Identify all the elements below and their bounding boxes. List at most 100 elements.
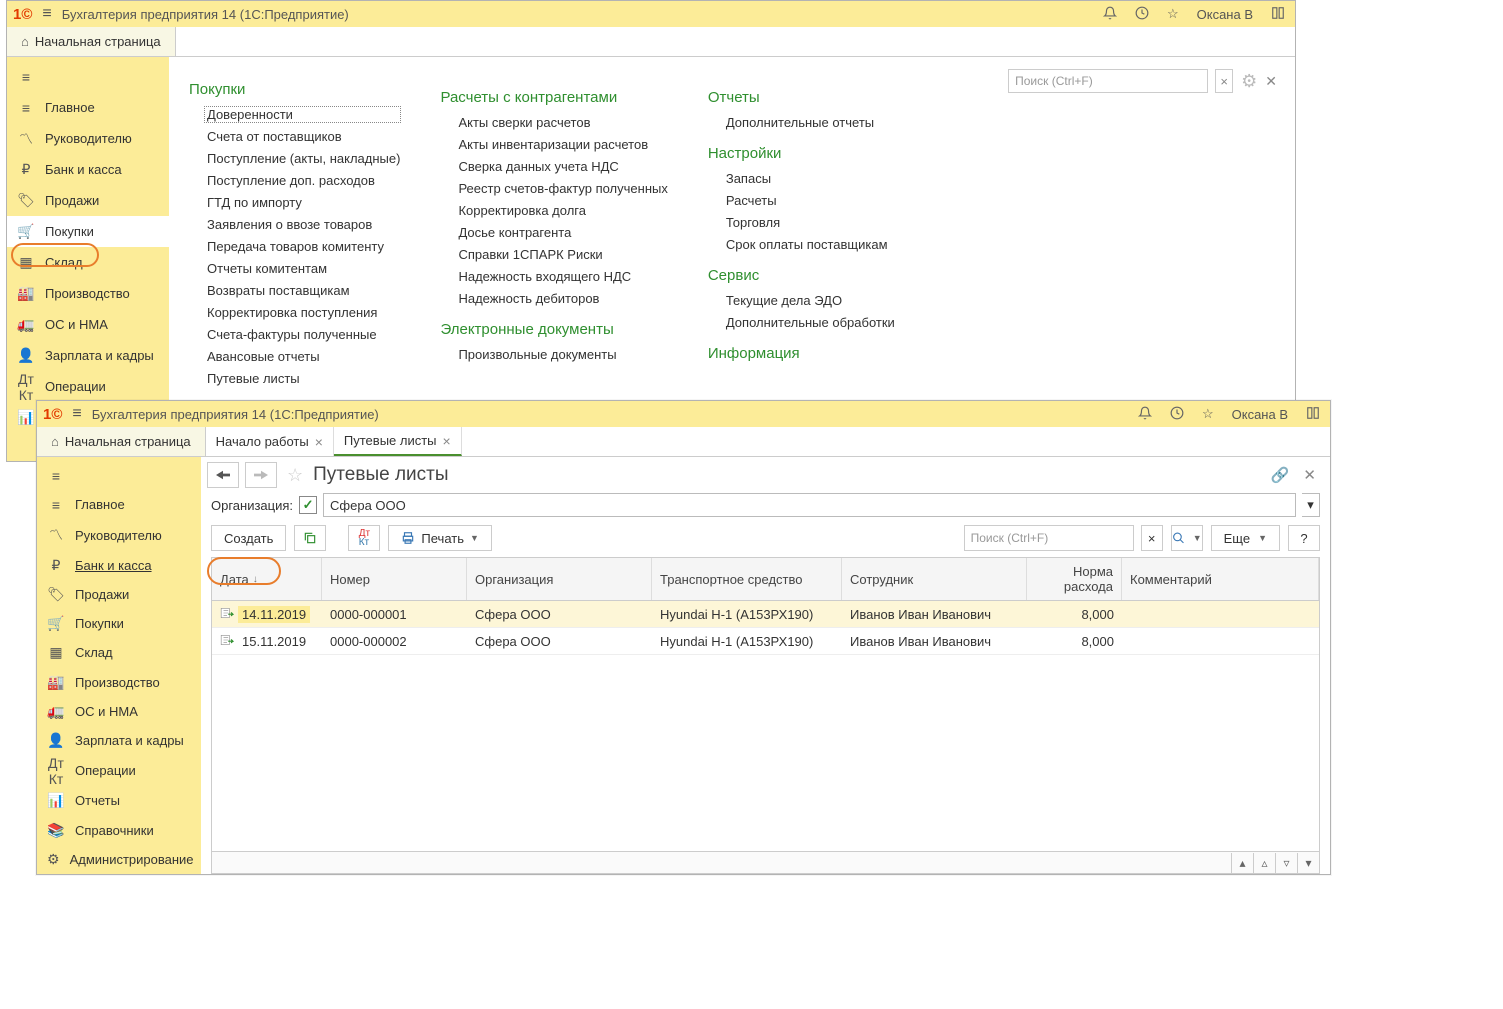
- sidebar-item-admin[interactable]: ⚙Администрирование: [37, 845, 201, 874]
- home-tab[interactable]: ⌂ Начальная страница: [7, 27, 176, 56]
- sidebar-item-manager[interactable]: 〽Руководителю: [37, 520, 201, 551]
- sidebar-item-sales[interactable]: 🏷Продажи: [37, 580, 201, 609]
- section-link[interactable]: Акты инвентаризации расчетов: [440, 137, 667, 152]
- link-icon[interactable]: 🔗: [1271, 466, 1290, 484]
- more-button[interactable]: Еще▼: [1211, 525, 1280, 551]
- create-button[interactable]: Создать: [211, 525, 286, 551]
- section-link[interactable]: Реестр счетов-фактур полученных: [440, 181, 667, 196]
- print-button[interactable]: Печать▼: [388, 525, 492, 551]
- col-org[interactable]: Организация: [467, 558, 652, 600]
- sidebar-item-assets[interactable]: 🚛ОС и НМА: [7, 309, 169, 340]
- menu-icon[interactable]: ≡: [42, 5, 51, 23]
- section-link[interactable]: Произвольные документы: [440, 347, 667, 362]
- bell-icon[interactable]: [1099, 6, 1121, 23]
- dtkt-button[interactable]: ДтКт: [348, 525, 380, 551]
- history-icon[interactable]: [1131, 6, 1153, 23]
- sidebar-item-bank[interactable]: ₽Банк и касса: [37, 551, 201, 580]
- sidebar-item-warehouse[interactable]: ▦Склад: [7, 247, 169, 278]
- sidebar-item-bank[interactable]: ₽Банк и касса: [7, 154, 169, 185]
- section-link[interactable]: Справки 1СПАРК Риски: [440, 247, 667, 262]
- sidebar-item-ops[interactable]: ДтКтОперации: [7, 371, 169, 402]
- section-link[interactable]: Надежность входящего НДС: [440, 269, 667, 284]
- sidebar-item-reports[interactable]: 📊Отчеты: [37, 786, 201, 815]
- copy-button[interactable]: [294, 525, 326, 551]
- search-clear[interactable]: ×: [1215, 69, 1233, 93]
- org-checkbox[interactable]: ✓: [299, 496, 317, 514]
- scroll-top[interactable]: ▴: [1231, 853, 1253, 873]
- sidebar-item-production[interactable]: 🏭Производство: [37, 668, 201, 697]
- close-icon[interactable]: ×: [315, 434, 323, 450]
- scroll-down[interactable]: ▿: [1275, 853, 1297, 873]
- close-icon[interactable]: ×: [443, 433, 451, 449]
- org-dropdown[interactable]: ▾: [1302, 493, 1320, 517]
- section-link[interactable]: Корректировка долга: [440, 203, 667, 218]
- sidebar-item-ops[interactable]: ДтКтОперации: [37, 755, 201, 786]
- find-button[interactable]: ▼: [1171, 525, 1203, 551]
- settings-icon[interactable]: ⚙: [1241, 71, 1257, 92]
- section-link[interactable]: Акты сверки расчетов: [440, 115, 667, 130]
- col-employee[interactable]: Сотрудник: [842, 558, 1027, 600]
- favorite-icon[interactable]: ☆: [287, 465, 303, 486]
- sidebar-item-assets[interactable]: 🚛ОС и НМА: [37, 697, 201, 726]
- section-link[interactable]: Заявления о ввозе товаров: [189, 217, 400, 232]
- col-norm[interactable]: Норма расхода: [1027, 558, 1122, 600]
- section-link[interactable]: Корректировка поступления: [189, 305, 400, 320]
- section-link[interactable]: Поступление (акты, накладные): [189, 151, 400, 166]
- section-link[interactable]: ГТД по импорту: [189, 195, 400, 210]
- sidebar-item-main[interactable]: ≡Главное: [7, 92, 169, 123]
- menu-icon[interactable]: ≡: [72, 405, 81, 423]
- section-link[interactable]: Досье контрагента: [440, 225, 667, 240]
- section-link[interactable]: Счета-фактуры полученные: [189, 327, 400, 342]
- close-icon[interactable]: ✕: [1265, 73, 1277, 90]
- tab-waybills[interactable]: Путевые листы ×: [334, 427, 462, 456]
- tab-start[interactable]: Начало работы ×: [206, 427, 334, 456]
- section-link[interactable]: Передача товаров комитенту: [189, 239, 400, 254]
- section-link[interactable]: Срок оплаты поставщикам: [708, 237, 918, 252]
- section-link[interactable]: Торговля: [708, 215, 918, 230]
- close-icon[interactable]: ✕: [1303, 466, 1316, 484]
- user-label[interactable]: Оксана В: [1193, 7, 1257, 22]
- col-number[interactable]: Номер: [322, 558, 467, 600]
- bell-icon[interactable]: [1134, 406, 1156, 423]
- table-row[interactable]: 15.11.20190000-000002Сфера ОООHyundai H-…: [212, 628, 1319, 655]
- sidebar-item-production[interactable]: 🏭Производство: [7, 278, 169, 309]
- section-link[interactable]: Надежность дебиторов: [440, 291, 667, 306]
- section-link[interactable]: Счета от поставщиков: [189, 129, 400, 144]
- section-link[interactable]: Авансовые отчеты: [189, 349, 400, 364]
- sidebar-toggle[interactable]: ≡: [37, 461, 201, 490]
- nav-back[interactable]: [207, 462, 239, 488]
- history-icon[interactable]: [1166, 406, 1188, 423]
- sidebar-toggle[interactable]: ≡: [7, 61, 169, 92]
- section-link[interactable]: Дополнительные отчеты: [708, 115, 918, 130]
- scroll-bottom[interactable]: ▾: [1297, 853, 1319, 873]
- table-search-input[interactable]: Поиск (Ctrl+F): [964, 525, 1134, 551]
- col-comment[interactable]: Комментарий: [1122, 558, 1319, 600]
- section-link[interactable]: Дополнительные обработки: [708, 315, 918, 330]
- col-vehicle[interactable]: Транспортное средство: [652, 558, 842, 600]
- sidebar-item-warehouse[interactable]: ▦Склад: [37, 638, 201, 667]
- section-link[interactable]: Отчеты комитентам: [189, 261, 400, 276]
- table-row[interactable]: 14.11.20190000-000001Сфера ОООHyundai H-…: [212, 601, 1319, 628]
- section-link[interactable]: Доверенности: [205, 107, 400, 122]
- sidebar-item-sales[interactable]: 🏷Продажи: [7, 185, 169, 216]
- sidebar-item-salary[interactable]: 👤Зарплата и кадры: [7, 340, 169, 371]
- home-tab[interactable]: ⌂ Начальная страница: [37, 427, 206, 456]
- sidebar-item-purchases[interactable]: 🛒Покупки: [7, 216, 169, 247]
- star-icon[interactable]: ☆: [1163, 6, 1183, 22]
- org-input[interactable]: Сфера ООО: [323, 493, 1296, 517]
- user-label[interactable]: Оксана В: [1228, 407, 1292, 422]
- sidebar-item-catalogs[interactable]: 📚Справочники: [37, 816, 201, 845]
- nav-forward[interactable]: [245, 462, 277, 488]
- section-link[interactable]: Запасы: [708, 171, 918, 186]
- section-link[interactable]: Путевые листы: [189, 371, 400, 386]
- scroll-up[interactable]: ▵: [1253, 853, 1275, 873]
- section-link[interactable]: Сверка данных учета НДС: [440, 159, 667, 174]
- sidebar-item-purchases[interactable]: 🛒Покупки: [37, 609, 201, 638]
- section-link[interactable]: Возвраты поставщикам: [189, 283, 400, 298]
- sidebar-item-manager[interactable]: 〽Руководителю: [7, 123, 169, 154]
- search-input[interactable]: Поиск (Ctrl+F): [1008, 69, 1208, 93]
- section-link[interactable]: Поступление доп. расходов: [189, 173, 400, 188]
- section-link[interactable]: Текущие дела ЭДО: [708, 293, 918, 308]
- search-clear[interactable]: ×: [1141, 525, 1163, 551]
- user-menu-icon[interactable]: [1267, 6, 1289, 23]
